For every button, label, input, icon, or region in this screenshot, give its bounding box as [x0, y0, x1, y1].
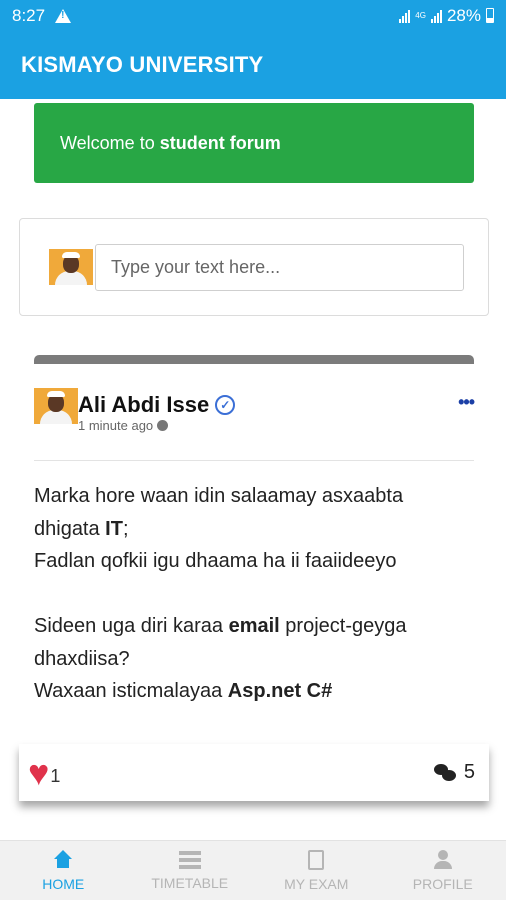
welcome-prefix: Welcome to: [60, 132, 155, 153]
comments-button[interactable]: 5: [433, 761, 475, 784]
author-name[interactable]: Ali Abdi Isse: [78, 392, 209, 418]
exam-icon: [308, 849, 325, 870]
timetable-icon: [178, 850, 201, 869]
post-line: Marka hore waan idin salaamay asxaabta: [34, 485, 404, 507]
signal-icon-2: [430, 9, 442, 23]
bottom-navigation: HOME TIMETABLE MY EXAM PROFILE: [0, 840, 506, 900]
nav-my-exam-label: MY EXAM: [284, 875, 349, 892]
post-composer: [19, 218, 489, 316]
nav-timetable[interactable]: TIMETABLE: [127, 841, 254, 900]
welcome-banner: Welcome to student forum: [34, 103, 474, 183]
author-avatar[interactable]: [34, 388, 78, 424]
globe-icon: [157, 420, 169, 431]
verified-icon: ✓: [215, 395, 236, 415]
heart-icon: ♥: [28, 751, 50, 793]
welcome-bold: student forum: [159, 132, 281, 153]
post-line: dhaxdiisa?: [34, 647, 130, 670]
comments-icon: [433, 763, 456, 782]
like-button[interactable]: ♥ 1: [28, 751, 61, 793]
nav-timetable-label: TIMETABLE: [151, 874, 229, 891]
divider: [34, 460, 474, 461]
post-line: Sideen uga diri karaa email project-geyg…: [34, 615, 407, 637]
post-line: Fadlan qofkii igu dhaama ha ii faaiideey…: [34, 550, 397, 572]
nav-profile-label: PROFILE: [412, 875, 473, 892]
profile-icon: [432, 849, 454, 870]
status-time: 8:27: [12, 5, 46, 25]
nav-my-exam[interactable]: MY EXAM: [253, 841, 380, 900]
author-name-row: Ali Abdi Isse ✓: [78, 392, 236, 418]
home-icon: [52, 849, 74, 870]
post-time: 1 minute ago: [78, 418, 154, 433]
app-title: KISMAYO UNIVERSITY: [0, 31, 506, 99]
nav-home-label: HOME: [42, 875, 85, 892]
post-header: Ali Abdi Isse ✓ 1 minute ago •••: [34, 386, 475, 438]
battery-percentage: 28%: [446, 5, 481, 25]
more-options-icon[interactable]: •••: [458, 392, 475, 413]
post-time-row: 1 minute ago: [78, 418, 169, 433]
post-line: Waxaan isticmalayaa Asp.net C#: [34, 680, 333, 702]
user-avatar: [49, 249, 93, 285]
network-type: 4G: [415, 10, 426, 20]
like-count: 1: [50, 765, 61, 786]
post-actions: ♥ 1 5: [19, 744, 489, 801]
status-bar: 8:27 4G 28%: [0, 0, 506, 31]
comment-count: 5: [463, 761, 475, 783]
nav-profile[interactable]: PROFILE: [380, 841, 506, 900]
nav-home[interactable]: HOME: [0, 841, 127, 900]
post-body: Marka hore waan idin salaamay asxaabta d…: [34, 480, 474, 708]
post-input[interactable]: [95, 244, 464, 291]
battery-icon: [486, 8, 494, 23]
post-line: dhigata IT;: [34, 517, 129, 540]
warning-icon: [55, 8, 72, 23]
post-top-bar: [34, 355, 474, 364]
signal-icon: [399, 9, 411, 23]
